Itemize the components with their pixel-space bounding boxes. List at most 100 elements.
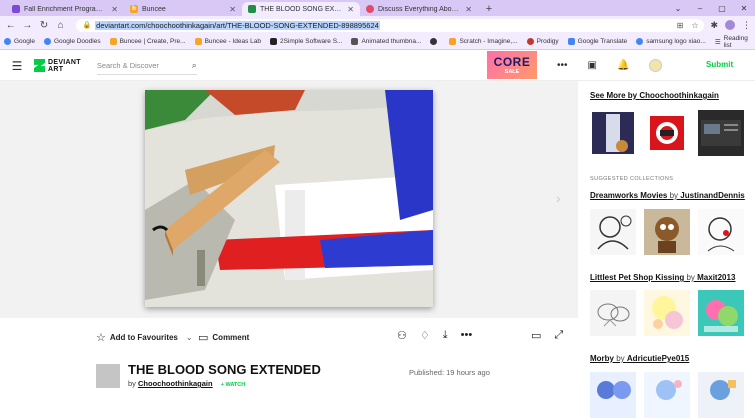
bookmark-item[interactable]: samsung logo xiao...	[636, 38, 706, 45]
fit-view-icon[interactable]: ▭	[531, 329, 541, 342]
collection-author[interactable]: Maxit2013	[697, 273, 735, 282]
browser-menu-icon[interactable]: ⋮	[742, 20, 751, 31]
extensions-icon[interactable]: ✱	[710, 20, 718, 31]
reading-list[interactable]: ☰ Reading list	[715, 35, 751, 49]
profile-avatar[interactable]	[725, 20, 736, 30]
url-text[interactable]: deviantart.com/choochoothinkagain/art/TH…	[95, 20, 380, 30]
install-app-icon[interactable]: ⊞	[677, 21, 684, 30]
collection-author[interactable]: JustinandDennis	[680, 191, 744, 200]
user-avatar[interactable]	[649, 59, 663, 72]
thumbnail[interactable]	[698, 209, 744, 255]
thumbnail[interactable]	[590, 372, 636, 418]
core-sale-banner[interactable]: CORE SALE	[487, 51, 537, 79]
maximize-icon[interactable]: ▢	[711, 4, 733, 13]
group-icon[interactable]: ⚇	[397, 329, 407, 342]
collection-title[interactable]: Morby by AdricutiePye015	[590, 354, 689, 363]
tab-strip: Fall Enrichment Program - Testi ✕ b Bunc…	[0, 0, 755, 16]
deviantart-logo[interactable]: DEVIANT ART	[34, 59, 81, 73]
badge-gift-icon[interactable]: ♢	[420, 329, 430, 342]
bookmark-item[interactable]: Buncee - Ideas Lab	[194, 38, 261, 45]
browser-tab-active[interactable]: THE BLOOD SONG EXTENDED b ✕	[242, 2, 360, 16]
thumbnail[interactable]	[590, 209, 636, 255]
browser-tab[interactable]: b Buncee ✕	[124, 2, 242, 16]
author-link[interactable]: Choochoothinkagain	[138, 379, 213, 388]
chevron-down-icon[interactable]: ⌄	[186, 333, 193, 342]
artwork-image[interactable]	[145, 90, 433, 307]
thumbnail-image	[710, 380, 736, 400]
bookmark-item[interactable]: Scratch - Imagine,...	[449, 38, 518, 45]
browser-tab[interactable]: Fall Enrichment Program - Testi ✕	[6, 2, 124, 16]
comment-button[interactable]: ▭ Comment	[198, 331, 249, 344]
thumbnail[interactable]	[698, 372, 744, 418]
bookmark-star-icon[interactable]: ☆	[691, 21, 698, 30]
reload-icon[interactable]: ↻	[37, 18, 51, 32]
add-to-favourites-button[interactable]: ☆ Add to Favourites ⌄	[96, 331, 193, 344]
thumbnail[interactable]	[644, 372, 690, 418]
close-tab-icon[interactable]: ✕	[111, 5, 118, 14]
bookmark-item[interactable]: 2Simple Software S...	[269, 38, 342, 45]
thumbnail[interactable]	[590, 290, 636, 336]
collection-thumbnails	[590, 209, 744, 255]
collection-title[interactable]: Littlest Pet Shop Kissing by Maxit2013	[590, 273, 735, 282]
collection-name: Morby	[590, 354, 614, 363]
bookmark-item[interactable]: Prodigy	[526, 38, 559, 45]
notifications-bell-icon[interactable]: 🔔	[617, 60, 629, 71]
thumbnail-image	[707, 217, 735, 252]
close-tab-icon[interactable]: ✕	[465, 5, 472, 14]
back-icon[interactable]: ←	[4, 18, 18, 32]
thumbnail[interactable]	[698, 110, 744, 156]
thumbnail[interactable]	[698, 290, 744, 336]
forward-icon[interactable]: →	[21, 18, 35, 32]
more-icon[interactable]: •••	[557, 60, 568, 71]
bookmark-favicon-icon	[430, 38, 438, 45]
thumbnail-image	[704, 300, 738, 332]
next-artwork-chevron-icon[interactable]: ›	[556, 190, 561, 206]
bookmark-label: samsung logo xiao...	[646, 38, 706, 45]
see-more-heading[interactable]: See More by Choochoothinkagain	[590, 91, 719, 100]
tab-search-icon[interactable]: ⌄	[667, 4, 689, 13]
suggested-collections-heading: SUGGESTED COLLECTIONS	[590, 176, 674, 182]
close-tab-icon[interactable]: ✕	[229, 5, 236, 14]
bookmark-item[interactable]	[430, 38, 440, 45]
thumbnail[interactable]	[644, 290, 690, 336]
bookmark-item[interactable]: Buncee | Create, Pre...	[109, 38, 186, 45]
bookmark-item[interactable]: Google	[4, 38, 35, 45]
home-icon[interactable]: ⌂	[54, 18, 68, 32]
watch-button[interactable]: + WATCH	[221, 382, 246, 388]
author-avatar[interactable]	[96, 364, 120, 388]
bookmark-item[interactable]: Google Doodles	[43, 38, 101, 45]
address-bar[interactable]: 🔒 deviantart.com/choochoothinkagain/art/…	[76, 18, 705, 32]
bookmark-item[interactable]: Google Translate	[567, 38, 627, 45]
bookmark-favicon-icon	[194, 38, 202, 45]
thumbnail[interactable]	[644, 110, 690, 156]
bookmark-label: Google	[14, 38, 35, 45]
logo-line-2: ART	[48, 65, 64, 73]
promo-title: CORE	[493, 55, 531, 69]
bookmark-favicon-icon	[109, 38, 117, 45]
browser-toolbar: ← → ↻ ⌂ 🔒 deviantart.com/choochoothinkag…	[0, 16, 755, 34]
thumbnail[interactable]	[644, 209, 690, 255]
lock-icon[interactable]: 🔒	[82, 21, 91, 29]
submit-button[interactable]: Submit	[706, 60, 733, 69]
download-icon[interactable]: ⤓	[443, 329, 448, 342]
more-options-icon[interactable]: •••	[461, 329, 473, 342]
fullscreen-icon[interactable]: ⤢	[554, 329, 563, 342]
search-icon[interactable]: ⌕	[192, 60, 197, 71]
collection-by: by	[684, 273, 698, 282]
browser-tab[interactable]: Discuss Everything About Numb ✕	[360, 2, 478, 16]
close-tab-icon[interactable]: ✕	[347, 5, 354, 14]
close-window-icon[interactable]: ✕	[733, 4, 755, 13]
minimize-icon[interactable]: –	[689, 4, 711, 13]
collection-title[interactable]: Dreamworks Movies by JustinandDennis	[590, 191, 745, 200]
new-tab-button[interactable]: +	[482, 2, 496, 16]
thumbnail[interactable]	[590, 110, 636, 156]
messages-icon[interactable]: ▣	[588, 60, 597, 71]
bookmark-item[interactable]: Animated thumbna...	[351, 38, 421, 45]
search-input[interactable]: Search & Discover ⌕	[96, 57, 197, 75]
collection-author[interactable]: AdricutiePye015	[627, 354, 689, 363]
hamburger-menu-icon[interactable]: ☰	[0, 59, 34, 73]
deviation-title: THE BLOOD SONG EXTENDED	[128, 362, 321, 377]
thumbnail-image	[597, 215, 632, 250]
thumbnail-image	[650, 116, 684, 150]
see-more-author: Choochoothinkagain	[639, 91, 719, 100]
